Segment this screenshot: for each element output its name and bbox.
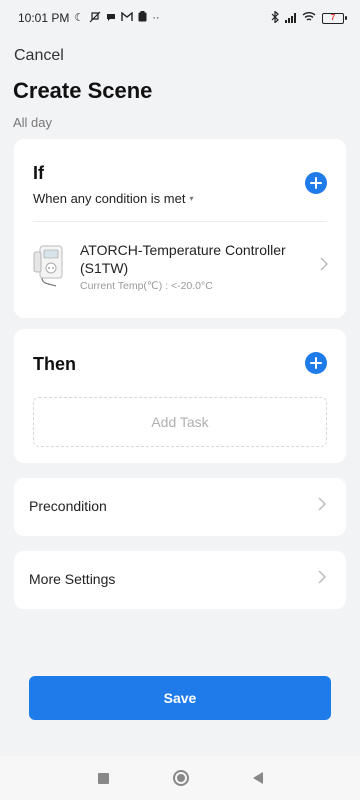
condition-mode-dropdown[interactable]: When any condition is met ▾ (33, 191, 193, 206)
caret-down-icon: ▾ (189, 194, 194, 203)
condition-info: ATORCH-Temperature Controller (S1TW) Cur… (80, 241, 320, 292)
then-card: Then Add Task (14, 329, 346, 463)
plus-icon (310, 357, 322, 369)
cancel-button[interactable]: Cancel (14, 47, 64, 65)
add-action-button[interactable] (305, 352, 327, 374)
mail-icon (121, 11, 133, 25)
page-title: Create Scene (13, 78, 153, 103)
more-settings-label: More Settings (29, 571, 116, 587)
add-condition-button[interactable] (305, 172, 327, 194)
precondition-label: Precondition (29, 498, 107, 514)
recents-icon[interactable] (97, 772, 109, 784)
chevron-right-icon (318, 495, 327, 516)
more-settings-row[interactable]: More Settings (14, 551, 346, 609)
clipboard-icon (138, 11, 147, 25)
condition-device-name: ATORCH-Temperature Controller (S1TW) (80, 241, 286, 276)
status-bar: 10:01 PM ☾ ·· 7 (0, 0, 360, 36)
battery-icon: 7 (322, 12, 347, 24)
condition-detail: Current Temp(℃) : <-20.0°C (80, 279, 213, 292)
save-button[interactable]: Save (29, 676, 331, 720)
temperature-controller-thumbnail (32, 244, 68, 288)
chevron-right-icon (318, 568, 327, 589)
status-time: 10:01 PM (18, 11, 70, 25)
wifi-icon (302, 11, 316, 25)
chevron-right-icon (320, 256, 329, 276)
back-icon[interactable] (252, 772, 263, 784)
if-card: If When any condition is met ▾ ATORCH-Te… (14, 139, 346, 318)
more-dots-icon: ·· (152, 11, 160, 24)
home-icon[interactable] (172, 770, 189, 786)
status-bar-left: 10:01 PM ☾ ·· (18, 11, 160, 26)
add-task-button[interactable]: Add Task (33, 397, 327, 447)
schedule-subtitle[interactable]: All day (13, 115, 52, 130)
moon-icon: ☾ (74, 11, 85, 24)
divider (33, 221, 327, 222)
condition-item[interactable]: ATORCH-Temperature Controller (S1TW) Cur… (28, 235, 332, 297)
status-bar-right: 7 (271, 9, 347, 26)
if-title: If (33, 163, 44, 183)
mute-icon (89, 11, 101, 26)
system-nav-bar (0, 756, 360, 800)
condition-mode-label: When any condition is met (33, 191, 186, 206)
chat-icon (106, 12, 116, 25)
signal-icon (285, 13, 296, 23)
then-title: Then (33, 354, 76, 374)
precondition-row[interactable]: Precondition (14, 478, 346, 536)
plus-icon (310, 177, 322, 189)
bluetooth-icon (271, 9, 279, 26)
